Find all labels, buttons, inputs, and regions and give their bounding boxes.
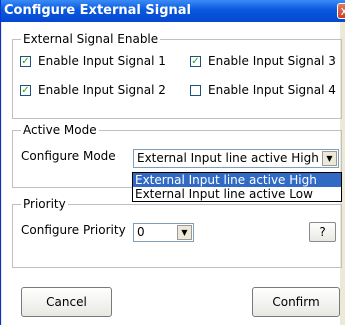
mode-option-high[interactable]: External Input line active High bbox=[133, 173, 341, 187]
checkbox-signal-4[interactable]: Enable Input Signal 4 bbox=[190, 83, 336, 97]
checkbox-signal-2-label: Enable Input Signal 2 bbox=[38, 83, 166, 97]
dialog-body: External Signal Enable ✓ Enable Input Si… bbox=[2, 22, 342, 325]
cancel-button[interactable]: Cancel bbox=[21, 287, 112, 317]
configure-mode-value: External Input line active High bbox=[137, 151, 319, 165]
chevron-down-icon[interactable]: ▼ bbox=[322, 151, 337, 166]
dialog-window: Configure External Signal x External Sig… bbox=[0, 0, 345, 325]
checkbox-signal-2[interactable]: ✓ Enable Input Signal 2 bbox=[20, 83, 166, 97]
confirm-button[interactable]: Confirm bbox=[252, 287, 340, 317]
configure-mode-label: Configure Mode bbox=[21, 149, 116, 163]
configure-mode-dropdown: External Input line active High External… bbox=[132, 172, 342, 202]
window-title: Configure External Signal bbox=[4, 3, 192, 18]
configure-priority-label: Configure Priority bbox=[21, 223, 126, 237]
checkbox-signal-2-box[interactable]: ✓ bbox=[20, 84, 31, 96]
checkbox-signal-4-box[interactable] bbox=[190, 84, 201, 96]
checkbox-signal-1[interactable]: ✓ Enable Input Signal 1 bbox=[20, 54, 166, 68]
checkbox-signal-4-label: Enable Input Signal 4 bbox=[208, 83, 336, 97]
close-button[interactable]: x bbox=[337, 3, 345, 19]
priority-legend: Priority bbox=[21, 197, 68, 211]
title-bar[interactable]: Configure External Signal bbox=[1, 0, 345, 22]
active-mode-legend: Active Mode bbox=[21, 123, 99, 137]
checkbox-signal-3-label: Enable Input Signal 3 bbox=[208, 54, 336, 68]
chevron-down-icon[interactable]: ▼ bbox=[177, 225, 192, 240]
configure-priority-select[interactable]: 0 ▼ bbox=[133, 223, 194, 242]
checkbox-signal-1-label: Enable Input Signal 1 bbox=[38, 54, 166, 68]
help-button[interactable]: ? bbox=[309, 222, 336, 242]
mode-option-low[interactable]: External Input line active Low bbox=[133, 187, 341, 201]
configure-priority-value: 0 bbox=[137, 225, 145, 239]
checkbox-signal-1-box[interactable]: ✓ bbox=[20, 55, 31, 67]
checkbox-signal-3[interactable]: ✓ Enable Input Signal 3 bbox=[190, 54, 336, 68]
configure-mode-select[interactable]: External Input line active High ▼ bbox=[133, 149, 339, 168]
signal-enable-legend: External Signal Enable bbox=[21, 32, 161, 46]
checkbox-signal-3-box[interactable]: ✓ bbox=[190, 55, 201, 67]
signal-enable-group bbox=[12, 39, 342, 119]
